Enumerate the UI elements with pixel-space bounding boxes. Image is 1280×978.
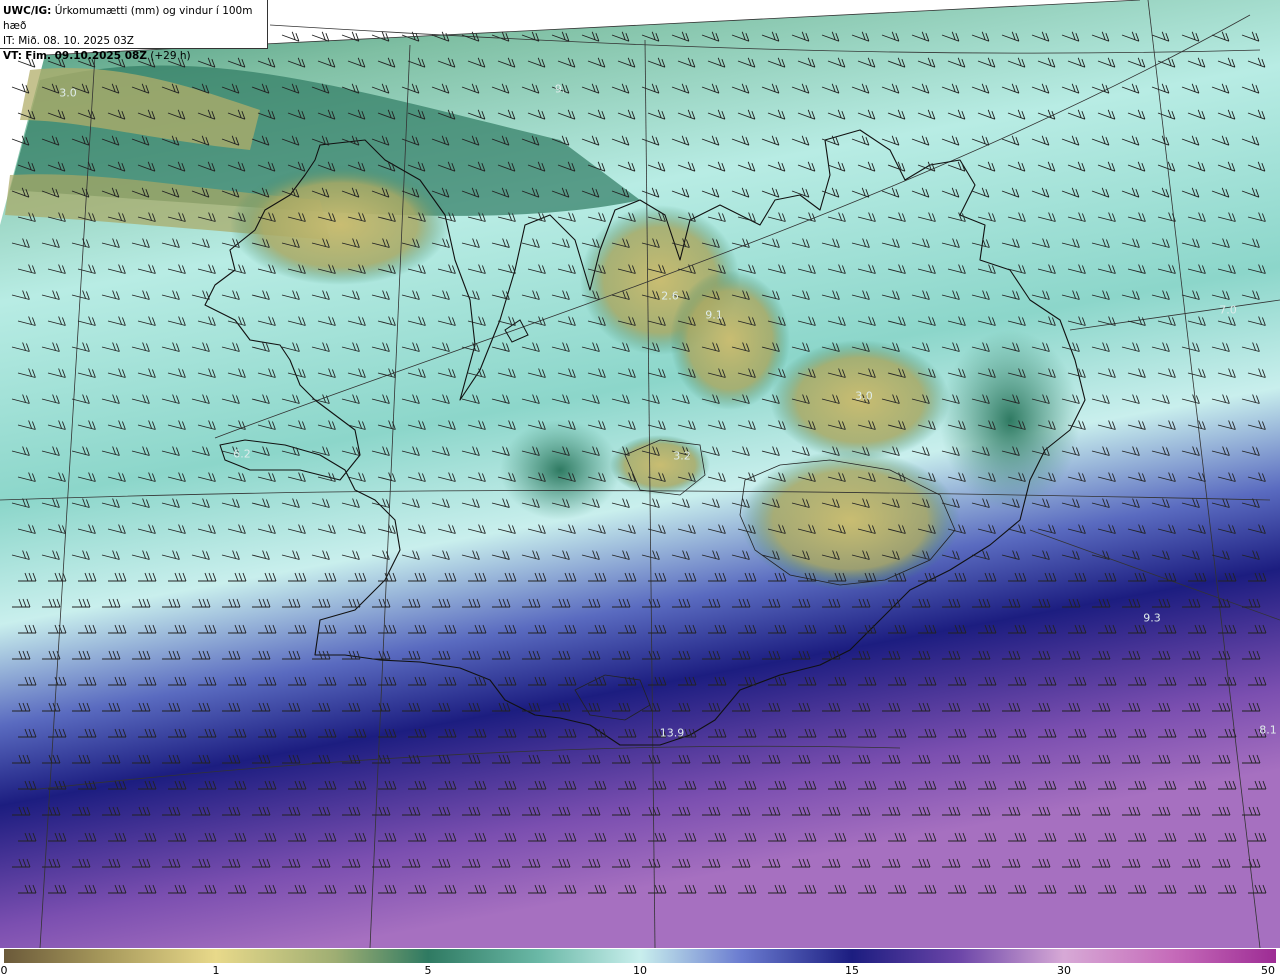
issue-time: IT: Mið. 08. 10. 2025 03Z: [3, 35, 134, 47]
map-value-label: 2.6: [661, 289, 679, 303]
colorbar-tick-label: 5: [424, 964, 432, 977]
map-value-label: 3.2: [673, 449, 691, 463]
title-line: UWC/IG: Úrkomumætti (mm) og vindur í 100…: [3, 4, 267, 34]
colorbar-tick-label: 15: [845, 964, 860, 977]
valid-time: Fim. 09.10.2025 08Z: [25, 50, 147, 62]
colorbar: [4, 949, 1276, 963]
wind-barb: [311, 31, 330, 42]
precipitable-water-map[interactable]: 3.0 9. 6.2 2.6 9.1 3.2 3.0 7.0 13.9 9.3 …: [0, 0, 1280, 948]
model-name: UWC/IG:: [3, 5, 52, 17]
vatnajokull-blob: [740, 450, 960, 590]
map-value-label: 9.1: [705, 308, 723, 322]
map-canvas: [0, 0, 1280, 948]
map-value-label: 13.9: [659, 726, 685, 740]
colorbar-tick-label: 0: [0, 964, 8, 977]
westfjords-blob: [230, 165, 450, 285]
forecast-info-box: UWC/IG: Úrkomumætti (mm) og vindur í 100…: [0, 0, 268, 62]
map-value-label: 9.: [554, 82, 566, 96]
map-value-label: 8.1: [1259, 723, 1277, 737]
colorbar-tick-label: 30: [1056, 964, 1071, 977]
map-value-label: 3.0: [855, 389, 873, 403]
map-value-label: 9.3: [1143, 611, 1161, 625]
wind-barb: [281, 31, 300, 42]
colorbar-tick-label: 10: [633, 964, 647, 977]
colorbar-tick-label: 50: [1261, 964, 1275, 977]
valid-prefix: VT:: [3, 50, 22, 62]
eastfjords-blob: [940, 330, 1080, 510]
map-value-label: 6.2: [233, 447, 251, 461]
map-value-label: 7.0: [1219, 303, 1237, 317]
colorbar-legend: 0 1 5 10 15 30 50: [0, 948, 1280, 978]
lead-time: (+29 h): [150, 50, 191, 62]
valid-time-line: VT: Fim. 09.10.2025 08Z (+29 h): [3, 49, 267, 64]
map-value-label: 3.0: [59, 86, 77, 100]
colorbar-tick-label: 1: [212, 964, 220, 977]
